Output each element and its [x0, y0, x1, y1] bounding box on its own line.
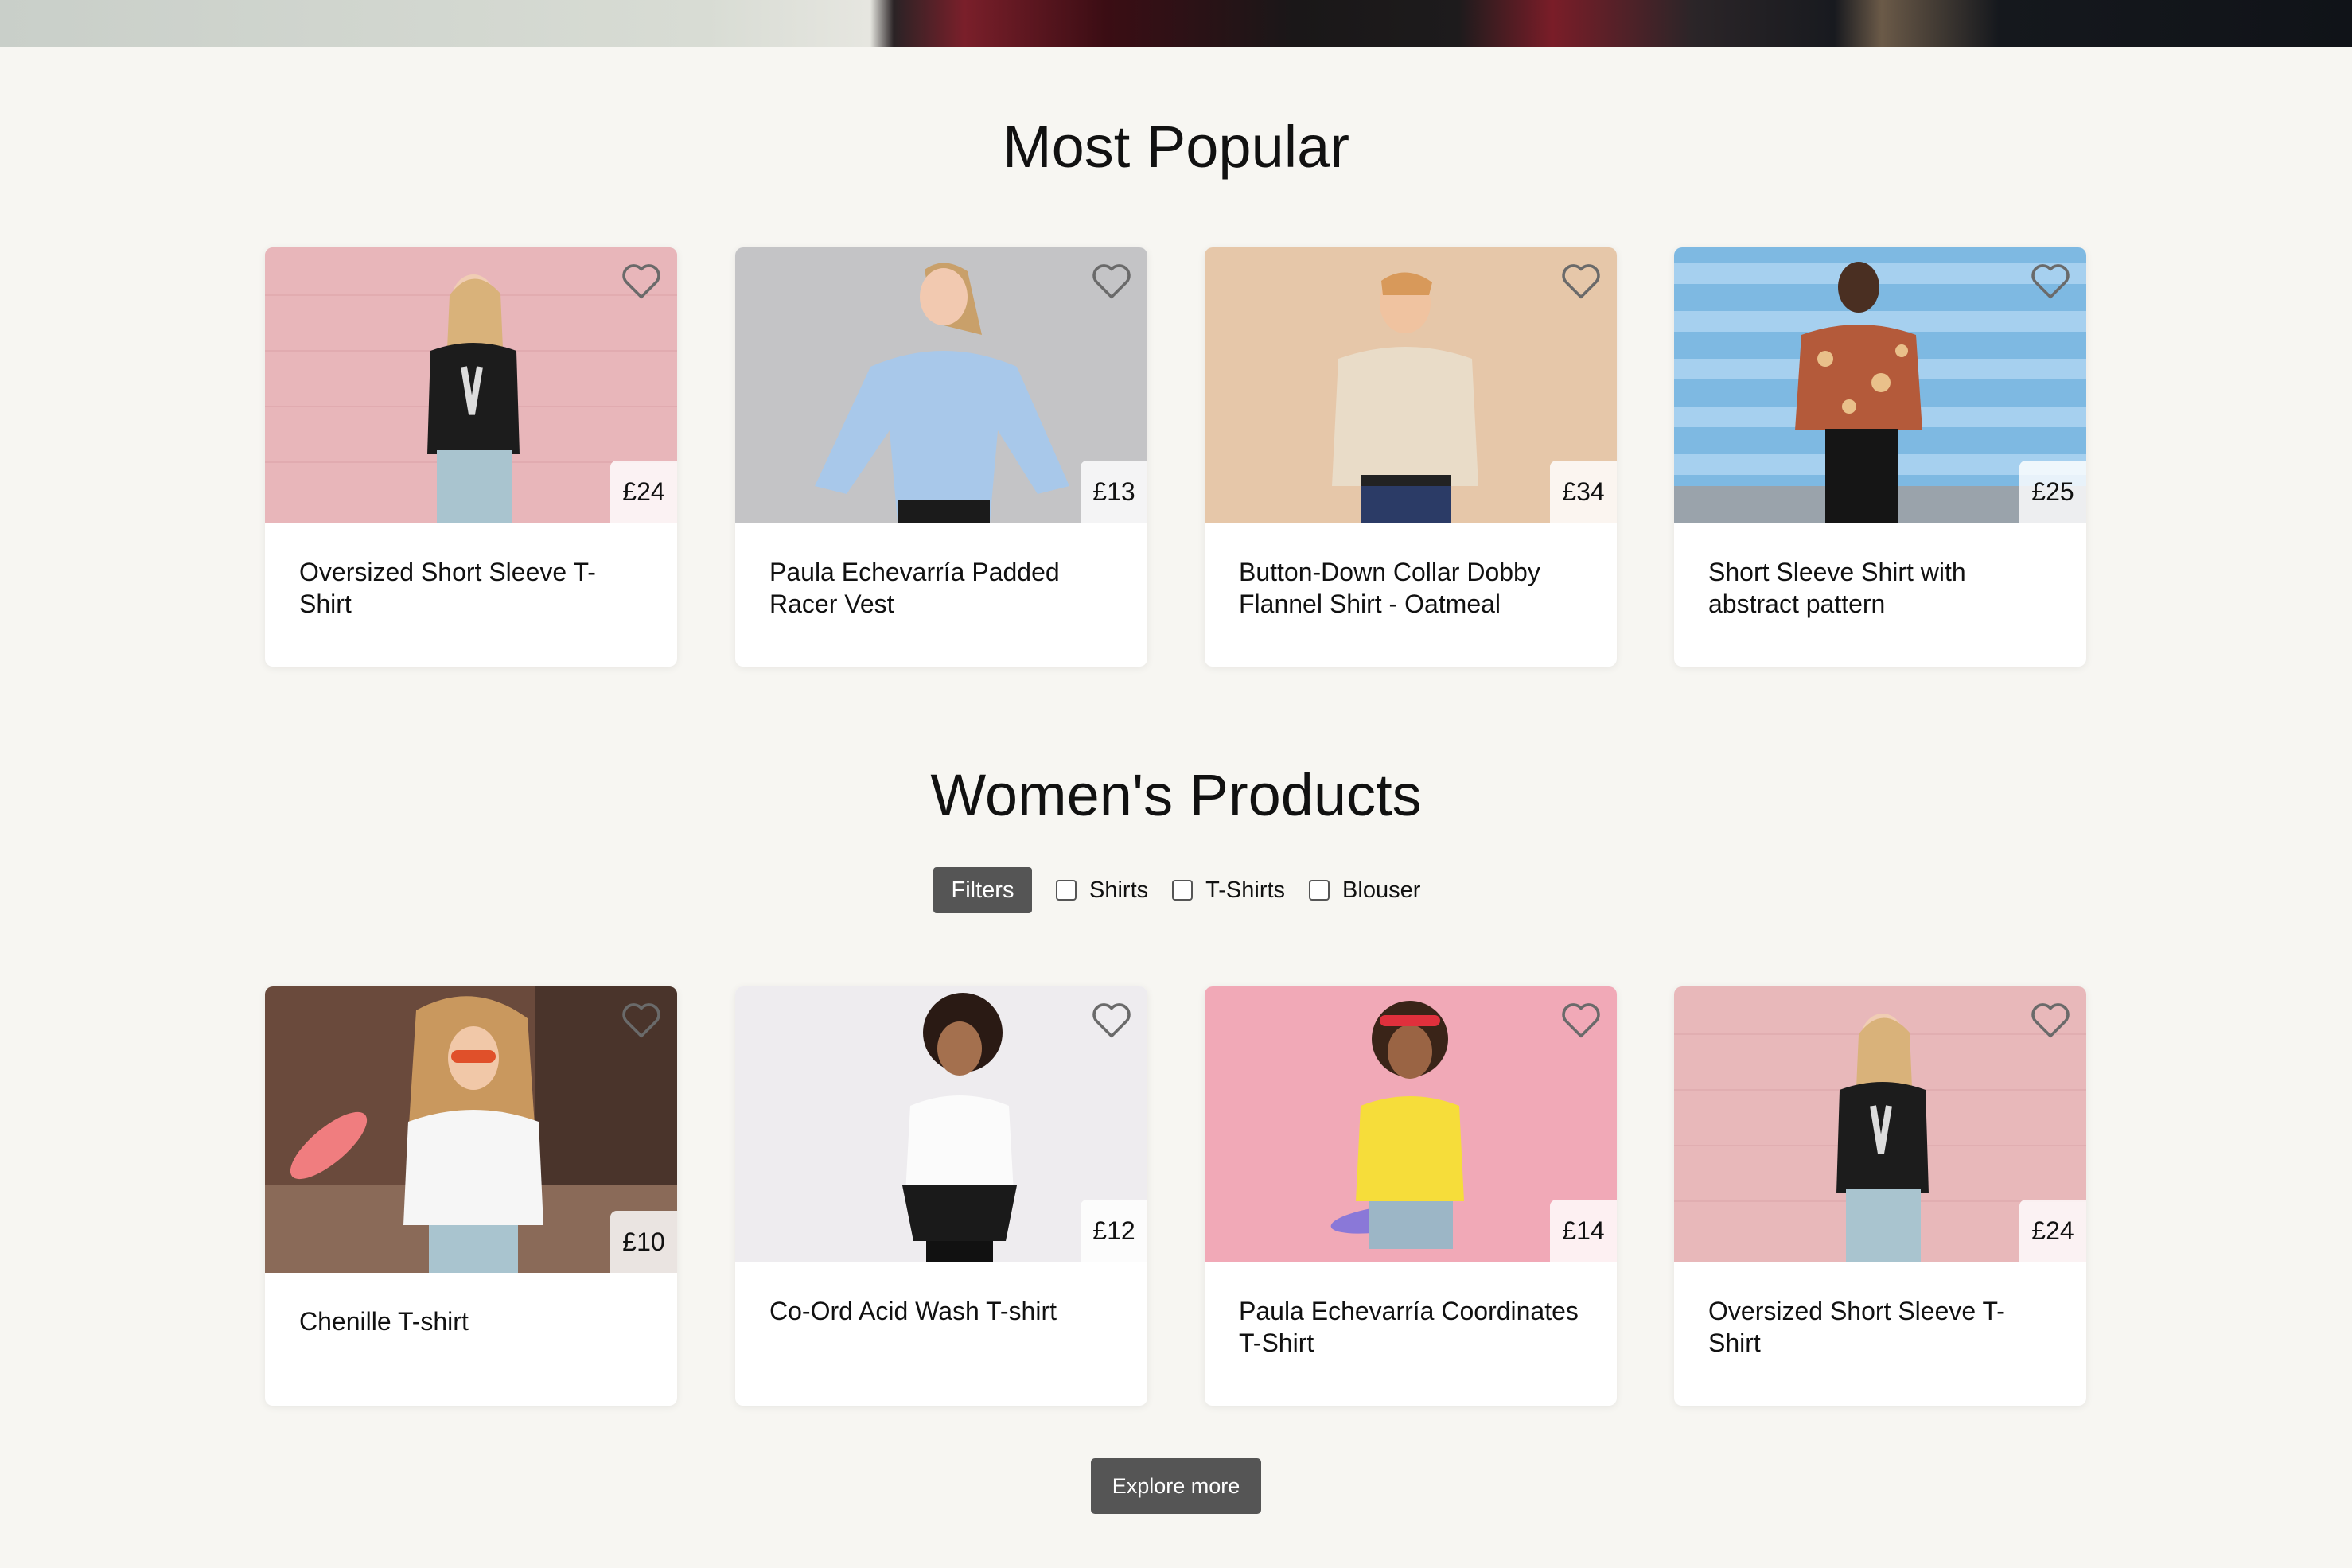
hero-banner-strip [0, 0, 2352, 47]
checkbox[interactable] [1056, 880, 1077, 901]
product-name[interactable]: Short Sleeve Shirt with abstract pattern [1708, 556, 2054, 620]
price-badge: £12 [1081, 1200, 1147, 1262]
checkbox[interactable] [1172, 880, 1194, 901]
product-name[interactable]: Co-Ord Acid Wash T-shirt [769, 1295, 1116, 1327]
product-name[interactable]: Chenille T-shirt [299, 1305, 645, 1337]
product-name[interactable]: Paula Echevarría Padded Racer Vest [769, 556, 1116, 620]
product-name[interactable]: Oversized Short Sleeve T-Shirt [1708, 1295, 2054, 1359]
explore-more-button[interactable]: Explore more [1091, 1458, 1261, 1514]
filter-blouser[interactable]: Blouser [1309, 877, 1420, 904]
filters-button[interactable]: Filters [933, 867, 1032, 913]
heart-icon[interactable] [2029, 999, 2072, 1039]
price-badge: £10 [610, 1211, 677, 1273]
product-card[interactable]: £24 Oversized Short Sleeve T-Shirt [265, 247, 677, 667]
price-badge: £34 [1550, 461, 1617, 523]
price-badge: £14 [1550, 1200, 1617, 1262]
product-name[interactable]: Button-Down Collar Dobby Flannel Shirt -… [1239, 556, 1585, 620]
product-card[interactable]: £34 Button-Down Collar Dobby Flannel Shi… [1205, 247, 1617, 667]
filter-shirts[interactable]: Shirts [1056, 877, 1148, 904]
filter-t-shirts[interactable]: T-Shirts [1172, 877, 1285, 904]
product-name[interactable]: Paula Echevarría Coordinates T-Shirt [1239, 1295, 1585, 1359]
product-card[interactable]: £10 Chenille T-shirt [265, 986, 677, 1406]
heart-icon[interactable] [620, 260, 663, 300]
heart-icon[interactable] [1560, 999, 1602, 1039]
product-card[interactable]: £14 Paula Echevarría Coordinates T-Shirt [1205, 986, 1617, 1406]
product-card[interactable]: £12 Co-Ord Acid Wash T-shirt [735, 986, 1147, 1406]
heart-icon[interactable] [1090, 260, 1133, 300]
heart-icon[interactable] [1560, 260, 1602, 300]
heart-icon[interactable] [620, 999, 663, 1039]
price-badge: £13 [1081, 461, 1147, 523]
filter-label: T-Shirts [1205, 877, 1286, 903]
most-popular-title: Most Popular [1003, 114, 1349, 180]
womens-products-title: Women's Products [930, 762, 1422, 828]
product-card[interactable]: £25 Short Sleeve Shirt with abstract pat… [1674, 247, 2086, 667]
price-badge: £25 [2019, 461, 2086, 523]
product-name[interactable]: Oversized Short Sleeve T-Shirt [299, 556, 645, 620]
heart-icon[interactable] [2029, 260, 2072, 300]
price-badge: £24 [2019, 1200, 2086, 1262]
filter-label: Shirts [1089, 877, 1149, 903]
price-badge: £24 [610, 461, 677, 523]
heart-icon[interactable] [1090, 999, 1133, 1039]
product-card[interactable]: £13 Paula Echevarría Padded Racer Vest [735, 247, 1147, 667]
checkbox[interactable] [1309, 880, 1330, 901]
filter-label: Blouser [1342, 877, 1421, 903]
filter-bar: Filters Shirts T-Shirts Blouser [933, 867, 1420, 913]
product-card[interactable]: £24 Oversized Short Sleeve T-Shirt [1674, 986, 2086, 1406]
